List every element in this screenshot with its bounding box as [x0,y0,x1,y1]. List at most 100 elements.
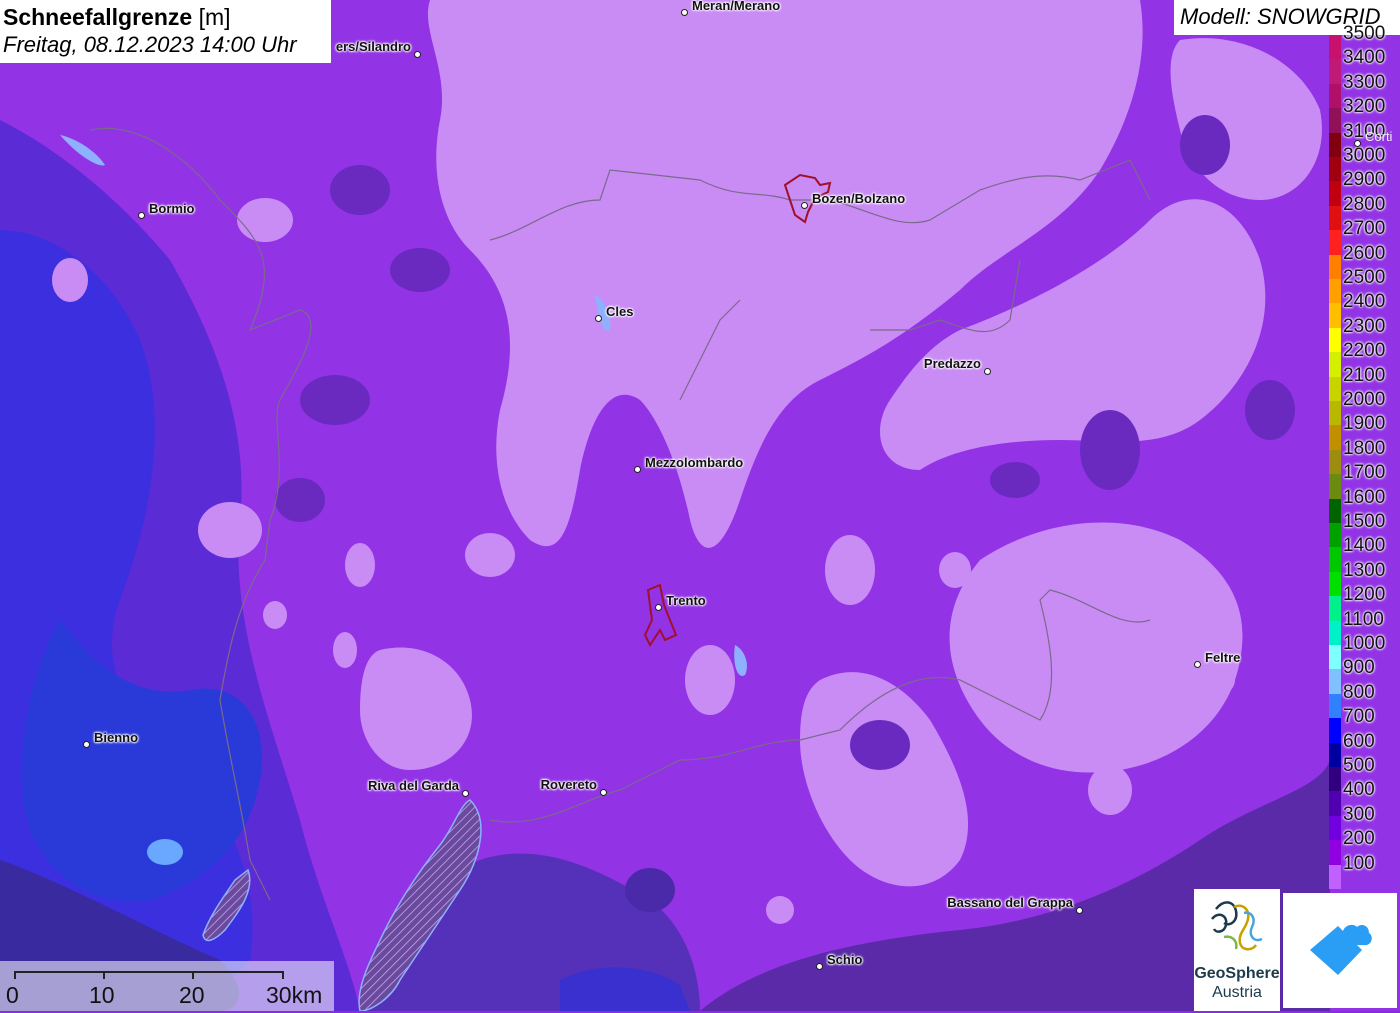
legend-label: 2500 [1343,267,1386,288]
lightblue-spot [147,839,183,865]
legend-label: 200 [1343,828,1375,850]
city-marker-dot[interactable] [815,962,823,970]
scale-tick [103,971,105,979]
city-marker-dot[interactable] [680,8,688,16]
legend-item: 3400 [1329,46,1400,84]
legend-item: 2700 [1329,217,1400,255]
legend-item: 900 [1329,656,1400,694]
legend-label: 800 [1343,681,1375,703]
austria-logo-text: Austria [1212,984,1262,1001]
legend-item: 3500 [1329,22,1400,60]
legend-label: 3500 [1343,23,1386,44]
legend-item: 1000 [1329,632,1400,670]
city-marker-dot[interactable] [82,740,90,748]
high-spot-11 [766,896,794,924]
city-marker-dot[interactable] [654,603,662,611]
city-marker-dot[interactable] [1193,660,1201,668]
city-marker-dot[interactable] [594,314,602,322]
legend-label: 2800 [1343,193,1386,215]
legend-item: 2500 [1329,266,1400,304]
city-marker-dot[interactable] [633,465,641,473]
legend-label: 900 [1343,657,1375,679]
high-spot-6 [52,258,88,302]
color-legend: 3500 3400 3300 3200 3100 3000 2900 2800 2700 2600… [1329,23,1400,889]
high-spot-10 [825,535,875,605]
snowfall-map[interactable] [0,0,1400,1011]
legend-item: 2300 [1329,315,1400,353]
legend-label: 1400 [1343,535,1386,557]
city-marker-dot[interactable] [137,211,145,219]
city-label[interactable]: Feltre [1205,650,1240,665]
dark-spot-1 [330,165,390,215]
scale-label: 10 [89,982,115,1008]
legend-label: 1100 [1343,608,1384,630]
legend-label: 2600 [1343,242,1386,264]
scale-tick [192,971,194,979]
city-marker-dot[interactable] [1353,139,1361,147]
high-spot-8 [1185,662,1235,698]
city-marker-dot[interactable] [1075,906,1083,914]
legend-label: 2400 [1343,291,1386,313]
legend-item: 2200 [1329,339,1400,377]
legend-item: 400 [1329,778,1400,816]
dark-spot-4 [275,478,325,522]
legend-label: 1800 [1343,437,1386,459]
scale-label: 0 [6,982,19,1008]
legend-label: 500 [1343,755,1375,776]
city-label[interactable]: Trento [666,593,706,608]
high-spot-12 [333,632,357,668]
city-marker-dot[interactable] [599,788,607,796]
legend-item: 3300 [1329,71,1400,109]
legend-item: 500 [1329,754,1400,792]
city-label[interactable]: Schio [827,952,862,967]
cloud-diamond-icon [1310,924,1372,975]
city-marker-dot[interactable] [983,367,991,375]
dark-spot-10 [990,462,1040,498]
legend-item: 800 [1329,681,1400,719]
high-spot-2 [685,645,735,715]
app-logo[interactable] [1283,893,1397,1008]
scale-label: 30km [266,982,323,1008]
legend-item: 2600 [1329,242,1400,279]
legend-item: 2900 [1329,168,1400,206]
dark-spot-9 [1245,380,1295,440]
scale-tick [282,971,284,979]
legend-label: 1500 [1343,511,1386,532]
geosphere-logo-text: GeoSphere [1194,965,1280,982]
city-marker-dot[interactable] [800,201,808,209]
geosphere-austria-logo[interactable]: GeoSphere Austria [1194,889,1280,1011]
legend-label: 3200 [1343,96,1386,118]
city-label[interactable]: Rovereto [541,777,597,792]
map-subtitle: Freitag, 08.12.2023 14:00 Uhr [3,32,297,57]
dark-spot-2 [390,248,450,292]
dark-spot-6 [1180,115,1230,175]
legend-item: 1700 [1329,461,1400,499]
legend-item: 2400 [1329,290,1400,328]
city-label[interactable]: Meran/Merano [692,0,780,13]
city-marker-dot[interactable] [461,789,469,797]
legend-item: 1500 [1329,510,1400,548]
city-label[interactable]: Bassano del Grappa [947,895,1073,910]
city-label[interactable]: Cles [606,304,633,319]
city-label[interactable]: Mezzolombardo [645,455,743,470]
legend-item: 1100 [1329,608,1400,645]
city-marker-dot[interactable] [413,50,421,58]
city-label[interactable]: Riva del Garda [368,778,459,793]
city-label[interactable]: Bozen/Bolzano [812,191,905,206]
legend-item: 3200 [1329,95,1400,133]
geosphere-mark-icon [1211,901,1263,951]
scale-bar-line [14,971,284,973]
city-label[interactable]: Predazzo [924,356,981,371]
legend-label: 2300 [1343,315,1386,337]
city-label[interactable]: Bienno [94,730,138,745]
legend-label: 1300 [1343,559,1386,581]
high-spot-3 [345,543,375,587]
city-label[interactable]: Bormio [149,201,195,216]
legend-label: 2000 [1343,389,1386,410]
city-label[interactable]: ers/Silandro [336,39,411,54]
city-label[interactable]: Corti [1365,129,1392,144]
legend-item: 2000 [1329,388,1400,426]
legend-label: 2200 [1343,340,1386,362]
legend-item: 200 [1329,827,1400,865]
map-title: Schneefallgrenze [3,4,193,30]
